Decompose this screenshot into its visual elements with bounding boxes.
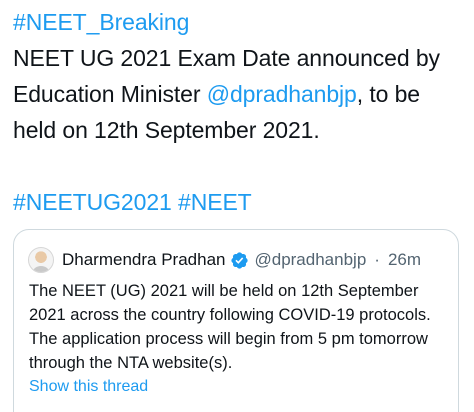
tweet-text-line-2-suffix: , to be xyxy=(356,81,420,107)
tweet-text-line-2-prefix: Education Minister xyxy=(13,81,207,107)
tweet-spacer xyxy=(13,148,468,184)
mention-link[interactable]: @dpradhanbjp xyxy=(207,81,357,107)
quoted-author-name[interactable]: Dharmendra Pradhan xyxy=(62,250,225,270)
quoted-text-line-0: The NEET (UG) 2021 will be held on 12th … xyxy=(29,282,419,300)
avatar[interactable] xyxy=(28,247,54,273)
quoted-author-handle[interactable]: @dpradhanbjp xyxy=(254,250,366,270)
quoted-tweet-text: The NEET (UG) 2021 will be held on 12th … xyxy=(29,279,449,375)
tweet-body: #NEET_Breaking NEET UG 2021 Exam Date an… xyxy=(13,4,468,220)
show-thread-link[interactable]: Show this thread xyxy=(29,376,148,398)
tweet-text-line-1: NEET UG 2021 Exam Date announced by xyxy=(13,45,440,71)
quoted-text-line-3: through the NTA website(s). xyxy=(29,354,233,372)
quoted-text-line-2: The application process will begin from … xyxy=(29,330,428,348)
tweet-text-line-3: held on 12th September 2021. xyxy=(13,117,320,143)
quoted-timestamp[interactable]: 26m xyxy=(388,250,421,270)
verified-badge-icon xyxy=(230,251,249,270)
quoted-tweet-header: Dharmendra Pradhan @dpradhanbjp · 26m xyxy=(28,246,421,274)
hashtag-neetug2021[interactable]: #NEETUG2021 xyxy=(13,189,172,215)
hashtag-neet[interactable]: #NEET xyxy=(178,189,252,215)
hashtag-neet-breaking[interactable]: #NEET_Breaking xyxy=(13,4,468,40)
header-separator: · xyxy=(374,250,380,269)
hashtag-row: #NEETUG2021 #NEET xyxy=(13,184,468,220)
tweet-text-line-2: Education Minister @dpradhanbjp, to be xyxy=(13,76,468,112)
quoted-text-line-1: 2021 across the country following COVID-… xyxy=(29,306,431,324)
quoted-tweet-card[interactable]: Dharmendra Pradhan @dpradhanbjp · 26m Th… xyxy=(13,229,459,412)
